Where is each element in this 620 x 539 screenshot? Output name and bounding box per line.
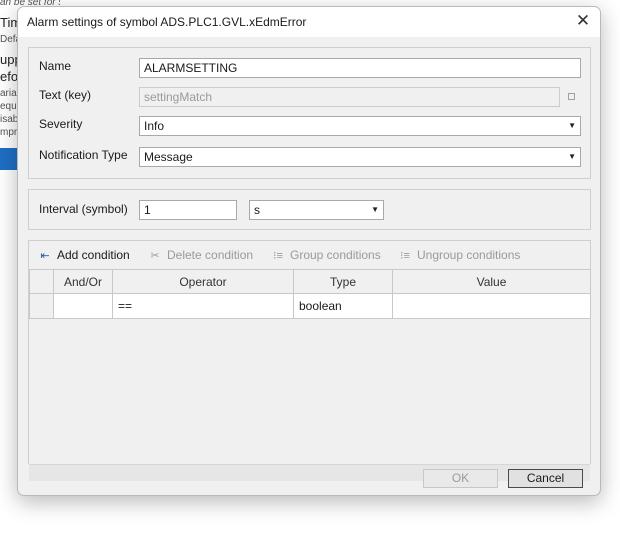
background-text: efo: [0, 69, 19, 84]
column-header-selector: [29, 269, 54, 294]
severity-label: Severity: [39, 117, 83, 131]
grid-empty-area: [29, 347, 590, 464]
title-bar: Alarm settings of symbol ADS.PLC1.GVL.xE…: [18, 7, 600, 37]
ok-button[interactable]: OK: [423, 469, 498, 488]
column-header-value[interactable]: Value: [392, 269, 591, 294]
group-conditions-icon: ⁝≡: [273, 249, 283, 262]
add-condition-button[interactable]: ⇤ Add condition: [37, 248, 130, 262]
delete-condition-label: Delete condition: [167, 248, 254, 262]
text-key-value: settingMatch: [144, 90, 213, 104]
column-header-operator[interactable]: Operator: [112, 269, 294, 294]
dropdown-arrow-icon: ▼: [568, 152, 576, 161]
group-conditions-button[interactable]: ⁝≡ Group conditions: [270, 248, 381, 262]
interval-input[interactable]: 1: [139, 200, 237, 220]
notification-type-value: Message: [144, 150, 193, 164]
table-row[interactable]: == boolean: [29, 293, 591, 319]
severity-select[interactable]: Info ▼: [139, 116, 581, 136]
interval-label: Interval (symbol): [39, 202, 128, 216]
severity-value: Info: [144, 119, 165, 133]
interval-unit-value: s: [254, 203, 260, 217]
type-cell[interactable]: boolean: [293, 293, 393, 319]
name-label: Name: [39, 59, 72, 73]
interval-group: Interval (symbol) 1 s ▼: [28, 189, 591, 230]
cancel-button[interactable]: Cancel: [508, 469, 583, 488]
dropdown-arrow-icon: ▼: [371, 205, 379, 214]
name-value: ALARMSETTING: [144, 61, 238, 75]
alarm-settings-dialog: Alarm settings of symbol ADS.PLC1.GVL.xE…: [17, 6, 601, 496]
dropdown-arrow-icon: ▼: [568, 121, 576, 130]
column-header-and-or[interactable]: And/Or: [53, 269, 113, 294]
horizontal-scrollbar[interactable]: [29, 464, 590, 481]
conditions-grid: And/Or Operator Type Value == boolean: [29, 269, 591, 481]
add-condition-icon: ⇤: [40, 249, 50, 262]
interval-value: 1: [144, 203, 151, 217]
background-text: isab: [0, 114, 19, 125]
alarm-properties-group: Name ALARMSETTING Text (key) settingMatc…: [28, 47, 591, 179]
ungroup-conditions-button[interactable]: ⁝≡ Ungroup conditions: [397, 248, 520, 262]
close-icon: ✕: [575, 11, 591, 30]
text-key-label: Text (key): [39, 88, 92, 102]
delete-condition-icon: ✂: [150, 249, 160, 262]
text-key-checkbox[interactable]: [568, 93, 575, 100]
ungroup-conditions-icon: ⁝≡: [400, 249, 410, 262]
and-or-cell[interactable]: [53, 293, 113, 319]
operator-cell[interactable]: ==: [112, 293, 294, 319]
delete-condition-button[interactable]: ✂ Delete condition: [147, 248, 253, 262]
column-header-type[interactable]: Type: [293, 269, 393, 294]
text-key-input: settingMatch: [139, 87, 560, 107]
row-selector-cell[interactable]: [29, 293, 54, 319]
ungroup-conditions-label: Ungroup conditions: [417, 248, 521, 262]
notification-type-select[interactable]: Message ▼: [139, 147, 581, 167]
notification-type-label: Notification Type: [39, 148, 128, 162]
grid-header-row: And/Or Operator Type Value: [29, 269, 591, 294]
dialog-title: Alarm settings of symbol ADS.PLC1.GVL.xE…: [27, 15, 307, 29]
interval-unit-select[interactable]: s ▼: [249, 200, 384, 220]
group-conditions-label: Group conditions: [290, 248, 381, 262]
value-cell[interactable]: [392, 293, 591, 319]
name-input[interactable]: ALARMSETTING: [139, 58, 581, 78]
add-condition-label: Add condition: [57, 248, 130, 262]
close-button[interactable]: ✕: [572, 11, 594, 33]
conditions-group: ⇤ Add condition ✂ Delete condition ⁝≡ Gr…: [28, 240, 591, 481]
